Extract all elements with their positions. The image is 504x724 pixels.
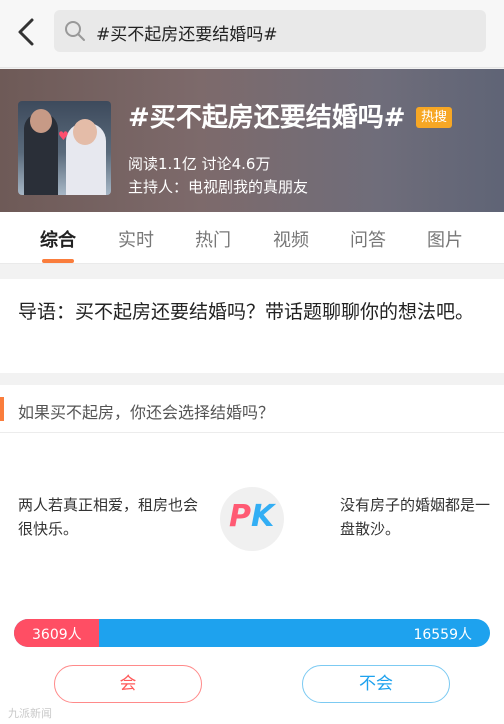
question-text: 如果买不起房，你还会选择结婚吗？ (18, 403, 275, 422)
active-tab-indicator (42, 259, 74, 263)
pk-letter-p: P (229, 499, 251, 534)
tab-bar: 综合 实时 热门 视频 问答 图片 (0, 212, 504, 264)
search-box[interactable]: #买不起房还要结婚吗# (54, 10, 486, 52)
topic-host[interactable]: 主持人：电视剧我的真朋友 (128, 176, 308, 197)
topic-intro: 导语：买不起房还要结婚吗？带话题聊聊你的想法吧。 (0, 279, 504, 373)
topic-thumbnail[interactable]: ♥ (18, 101, 111, 195)
question-accent-bar (0, 397, 4, 421)
watermark: 九派新闻 (8, 707, 52, 720)
tab-video[interactable]: 视频 (261, 226, 321, 252)
tab-images[interactable]: 图片 (415, 226, 475, 252)
hot-search-badge: 热搜 (416, 107, 452, 128)
vote-progress-bar: 3609人 16559人 (14, 619, 490, 647)
tab-comprehensive[interactable]: 综合 (28, 226, 88, 252)
heart-icon: ♥ (58, 129, 69, 143)
no-count: 16559人 (413, 627, 472, 643)
search-icon (65, 21, 85, 41)
topic-banner: ♥ #买不起房还要结婚吗# 热搜 阅读1.1亿 讨论4.6万 主持人：电视剧我的… (0, 69, 504, 212)
topic-title: #买不起房还要结婚吗# (128, 103, 406, 133)
yes-count: 3609人 (32, 627, 82, 643)
vote-yes-button[interactable]: 会 (54, 665, 202, 703)
top-bar: #买不起房还要结婚吗# (0, 0, 504, 68)
vote-section: 3609人 16559人 会 不会 九派新闻 (0, 605, 504, 724)
tab-hot[interactable]: 热门 (183, 226, 243, 252)
pk-badge: P K (220, 487, 284, 551)
poll-question: 如果买不起房，你还会选择结婚吗？ (0, 385, 504, 433)
tab-realtime[interactable]: 实时 (106, 226, 166, 252)
search-text: #买不起房还要结婚吗# (96, 25, 278, 45)
chevron-left-icon (18, 18, 34, 46)
pk-section: 两人若真正相爱，租房也会很快乐。 P K 没有房子的婚姻都是一盘散沙。 (0, 433, 504, 605)
right-opinion: 没有房子的婚姻都是一盘散沙。 (340, 496, 491, 538)
intro-text: 导语：买不起房还要结婚吗？带话题聊聊你的想法吧。 (18, 301, 475, 323)
back-button[interactable] (12, 14, 44, 50)
vote-no-button[interactable]: 不会 (302, 665, 450, 703)
pk-letter-k: K (251, 499, 275, 534)
topic-stats: 阅读1.1亿 讨论4.6万 (128, 155, 271, 173)
left-opinion: 两人若真正相爱，租房也会很快乐。 (18, 496, 199, 538)
tab-qa[interactable]: 问答 (338, 226, 398, 252)
